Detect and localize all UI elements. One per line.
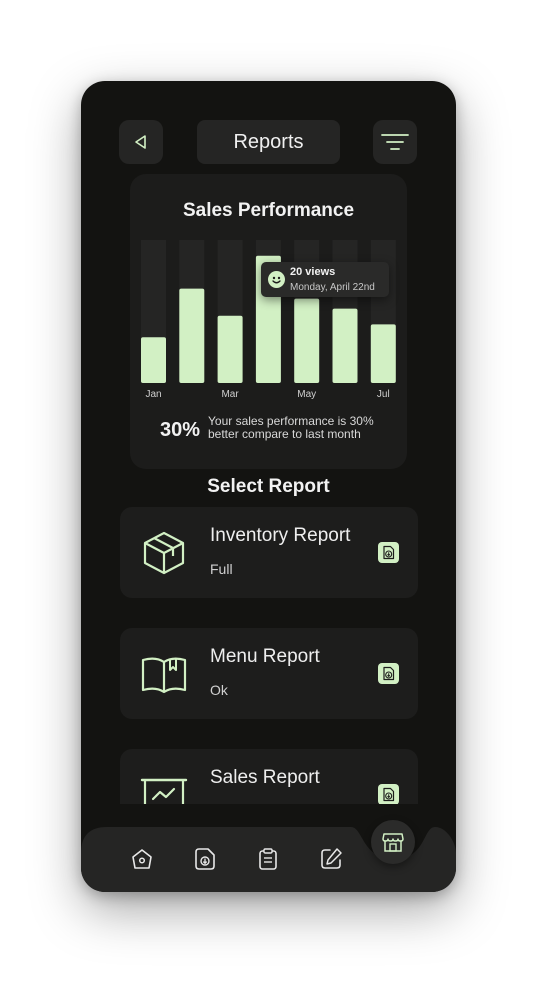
presentation-chart-icon [140, 778, 188, 804]
tooltip-date: Monday, April 22nd [290, 282, 375, 293]
tooltip-views: 20 views [290, 266, 336, 278]
report-list: Inventory Report Full Menu Report Ok Sal… [81, 501, 456, 804]
box-icon [143, 531, 185, 575]
x-tick-label: May [297, 389, 316, 400]
edit-icon[interactable] [318, 846, 344, 872]
performance-description: Your sales performance is 30% better com… [208, 414, 374, 441]
phone-screen: Reports Sales Performance Jan Mar May Jul 2… [81, 81, 456, 892]
report-name: Menu Report [210, 646, 320, 667]
chart-tooltip: 20 views Monday, April 22nd [261, 262, 389, 297]
download-button[interactable] [378, 542, 399, 563]
report-item-inventory[interactable]: Inventory Report Full [120, 507, 418, 598]
bar-jan[interactable] [141, 337, 166, 383]
store-icon [382, 833, 404, 852]
report-item-sales[interactable]: Sales Report [120, 749, 418, 804]
x-tick-label: Jan [145, 389, 161, 400]
bar-mar[interactable] [217, 315, 243, 383]
x-tick-label: Mar [221, 389, 239, 400]
select-report-title: Select Report [207, 476, 330, 497]
download-file-icon [383, 545, 395, 560]
download-file-icon [383, 666, 395, 681]
bar-jun[interactable] [332, 308, 358, 383]
document-download-icon[interactable] [192, 846, 218, 872]
clipboard-icon[interactable] [255, 846, 281, 872]
report-name: Sales Report [210, 767, 320, 788]
bar-chart: Jan Mar May Jul [141, 240, 396, 400]
performance-percent: 30% [160, 419, 201, 441]
smiley-face-icon [268, 271, 285, 288]
store-button[interactable] [371, 820, 415, 864]
download-button[interactable] [378, 663, 399, 684]
report-name: Inventory Report [210, 525, 351, 546]
bar-may[interactable] [294, 298, 320, 383]
bar-jul[interactable] [370, 324, 396, 383]
bar-feb[interactable] [179, 288, 205, 383]
home-icon[interactable] [129, 846, 155, 872]
report-status: Ok [210, 682, 228, 698]
report-status: Full [210, 561, 233, 577]
x-tick-label: Jul [377, 389, 390, 400]
download-file-icon [383, 787, 395, 802]
report-item-menu[interactable]: Menu Report Ok [120, 628, 418, 719]
open-book-icon [141, 657, 187, 694]
download-button[interactable] [378, 784, 399, 804]
